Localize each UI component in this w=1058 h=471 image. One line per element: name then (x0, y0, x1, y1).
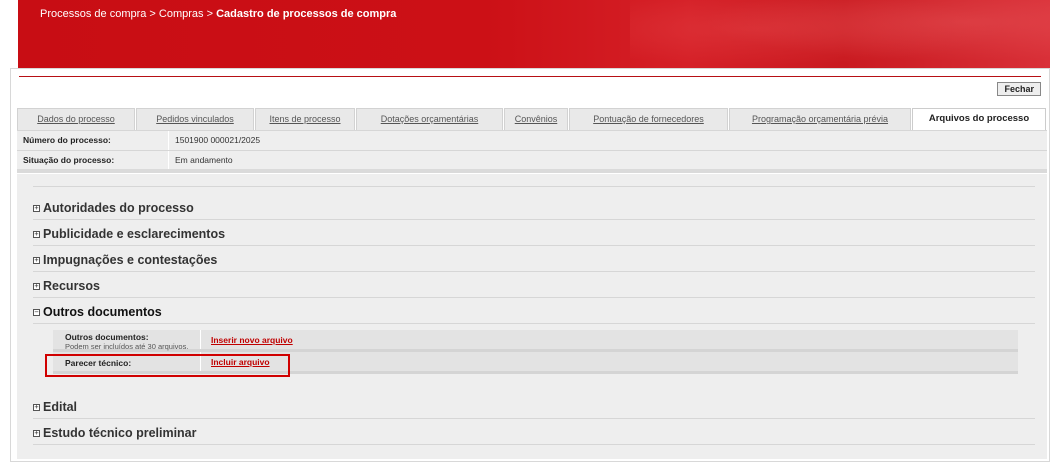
section-title[interactable]: Impugnações e contestações (43, 253, 217, 267)
panel-divider (19, 76, 1041, 77)
process-info-table: Número do processo: 1501900 000021/2025 … (17, 130, 1047, 173)
doc-row-outros: Outros documentos: Podem ser incluídos a… (53, 330, 1018, 352)
section-title[interactable]: Recursos (43, 279, 100, 293)
highlight-box (45, 354, 290, 377)
expand-icon[interactable]: + (33, 429, 40, 437)
section-outros-documentos[interactable]: − Outros documentos (33, 303, 1035, 324)
process-number-value: 1501900 000021/2025 (175, 135, 261, 145)
section-impugnacoes[interactable]: + Impugnações e contestações (33, 251, 1035, 272)
section-header[interactable]: + Edital (33, 398, 1035, 416)
section-divider (33, 219, 1035, 220)
section-divider (33, 245, 1035, 246)
section-divider (33, 297, 1035, 298)
main-panel: Fechar Dados do processo Pedidos vincula… (10, 68, 1050, 462)
files-content: + Autoridades do processo + Publicidade … (17, 174, 1047, 459)
expand-icon[interactable]: + (33, 256, 40, 264)
tab-arquivos-do-processo[interactable]: Arquivos do processo (912, 108, 1046, 130)
tab-dados-do-processo[interactable]: Dados do processo (17, 108, 135, 130)
section-edital[interactable]: + Edital (33, 398, 1035, 419)
doc-label: Outros documentos: Podem ser incluídos a… (53, 330, 201, 351)
info-row-process-number: Número do processo: 1501900 000021/2025 (17, 130, 1047, 150)
section-divider (33, 418, 1035, 419)
info-row-status: Situação do processo: Em andamento (17, 150, 1047, 173)
section-title[interactable]: Outros documentos (43, 305, 162, 319)
tab-convenios[interactable]: Convênios (504, 108, 568, 130)
section-publicidade[interactable]: + Publicidade e esclarecimentos (33, 225, 1035, 246)
doc-label-hint: Podem ser incluídos até 30 arquivos. (65, 342, 189, 351)
breadcrumb: Processos de compra > Compras > Cadastro… (40, 8, 396, 20)
section-header[interactable]: + Publicidade e esclarecimentos (33, 225, 1035, 243)
insert-new-file-link[interactable]: Inserir novo arquivo (201, 330, 293, 349)
section-header[interactable]: + Recursos (33, 277, 1035, 295)
close-button[interactable]: Fechar (997, 82, 1041, 96)
section-title[interactable]: Estudo técnico preliminar (43, 426, 197, 440)
section-divider (33, 323, 1035, 324)
section-divider (33, 271, 1035, 272)
section-header[interactable]: + Estudo técnico preliminar (33, 424, 1035, 442)
expand-icon[interactable]: + (33, 403, 40, 411)
expand-icon[interactable]: + (33, 282, 40, 290)
section-header[interactable]: + Impugnações e contestações (33, 251, 1035, 269)
doc-label-title: Outros documentos: (65, 332, 149, 342)
tab-programacao-orcamentaria-previa[interactable]: Programação orçamentária prévia (729, 108, 911, 130)
breadcrumb-current: Cadastro de processos de compra (216, 8, 397, 20)
section-divider (33, 444, 1035, 445)
process-number-label: Número do processo: (17, 131, 169, 150)
section-title[interactable]: Publicidade e esclarecimentos (43, 227, 225, 241)
tab-pontuacao-de-fornecedores[interactable]: Pontuação de fornecedores (569, 108, 728, 130)
section-autoridades[interactable]: + Autoridades do processo (33, 199, 1035, 220)
expand-icon[interactable]: + (33, 230, 40, 238)
status-label: Situação do processo: (17, 151, 169, 169)
expand-icon[interactable]: + (33, 204, 40, 212)
status-value: Em andamento (175, 155, 233, 165)
breadcrumb-path: Processos de compra > Compras > (40, 8, 217, 20)
section-header[interactable]: + Autoridades do processo (33, 199, 1035, 217)
content-divider (33, 186, 1035, 187)
tab-dotacoes-orcamentarias[interactable]: Dotações orçamentárias (356, 108, 503, 130)
section-header[interactable]: − Outros documentos (33, 303, 1035, 321)
section-estudo-tecnico[interactable]: + Estudo técnico preliminar (33, 424, 1035, 445)
collapse-icon[interactable]: − (33, 308, 40, 316)
tab-bar: Dados do processo Pedidos vinculados Ite… (17, 108, 1047, 130)
section-recursos[interactable]: + Recursos (33, 277, 1035, 298)
tab-itens-de-processo[interactable]: Itens de processo (255, 108, 355, 130)
tab-pedidos-vinculados[interactable]: Pedidos vinculados (136, 108, 254, 130)
section-title[interactable]: Edital (43, 400, 77, 414)
section-title[interactable]: Autoridades do processo (43, 201, 194, 215)
